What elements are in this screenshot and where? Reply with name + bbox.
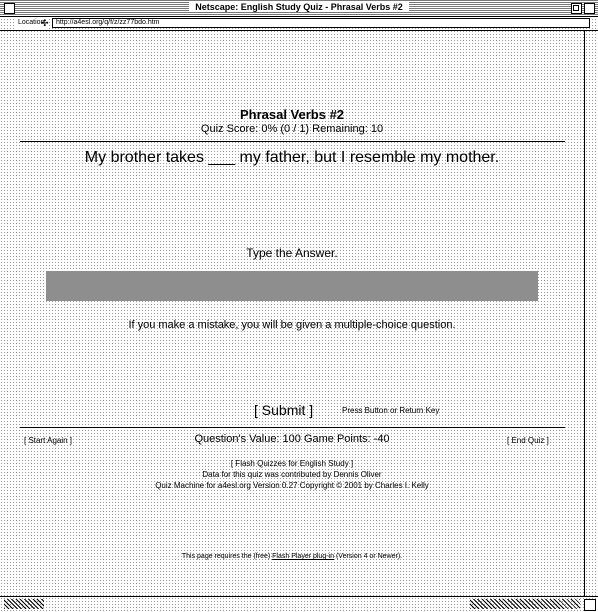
contributor-credit: Data for this quiz was contributed by De…	[202, 470, 382, 479]
security-icon	[4, 599, 44, 609]
resize-grip-icon[interactable]	[584, 599, 596, 611]
url-field[interactable]: http://a4esl.org/q/f/z/zz77bdo.htm	[52, 18, 590, 28]
divider	[20, 427, 565, 428]
quiz-title: Phrasal Verbs #2	[239, 107, 345, 122]
question-text: My brother takes ___ my father, but I re…	[84, 149, 500, 166]
progress-indicator	[470, 599, 580, 609]
zoom-box-icon[interactable]	[571, 3, 582, 14]
browser-window: Netscape: English Study Quiz - Phrasal V…	[0, 0, 598, 612]
window-title: Netscape: English Study Quiz - Phrasal V…	[189, 2, 409, 12]
submit-button[interactable]: [ Submit ]	[254, 402, 313, 418]
plugin-version-text: (Version 4 or Newer).	[334, 553, 403, 560]
answer-input[interactable]	[46, 271, 538, 301]
answer-prompt: Type the Answer.	[246, 246, 338, 260]
end-quiz-link[interactable]: [ End Quiz ]	[507, 436, 549, 445]
status-bar	[0, 596, 598, 612]
collapse-box-icon[interactable]	[584, 3, 595, 14]
page-content: Phrasal Verbs #2 Quiz Score: 0% (0 / 1) …	[0, 31, 584, 596]
plugin-notice-text: This page requires the (free)	[181, 553, 273, 560]
page-proxy-icon[interactable]: ✣	[41, 18, 49, 29]
title-bar[interactable]: Netscape: English Study Quiz - Phrasal V…	[0, 0, 598, 17]
location-bar: Location: ✣ http://a4esl.org/q/f/z/zz77b…	[0, 17, 598, 31]
mistake-note: If you make a mistake, you will be given…	[128, 319, 456, 331]
vertical-scrollbar[interactable]	[584, 31, 598, 596]
game-values: Question's Value: 100 Game Points: -40	[194, 433, 390, 445]
copyright-line: Quiz Machine for a4esl.org Version 0.27 …	[155, 481, 429, 490]
submit-hint: Press Button or Return Key	[342, 406, 440, 415]
quiz-score: Quiz Score: 0% (0 / 1) Remaining: 10	[200, 123, 384, 135]
divider	[20, 141, 565, 142]
flash-player-link[interactable]: Flash Player plug-in	[272, 553, 334, 560]
plugin-notice: This page requires the (free) Flash Play…	[0, 551, 584, 562]
flash-quizzes-link[interactable]: [ Flash Quizzes for English Study ]	[0, 458, 584, 469]
